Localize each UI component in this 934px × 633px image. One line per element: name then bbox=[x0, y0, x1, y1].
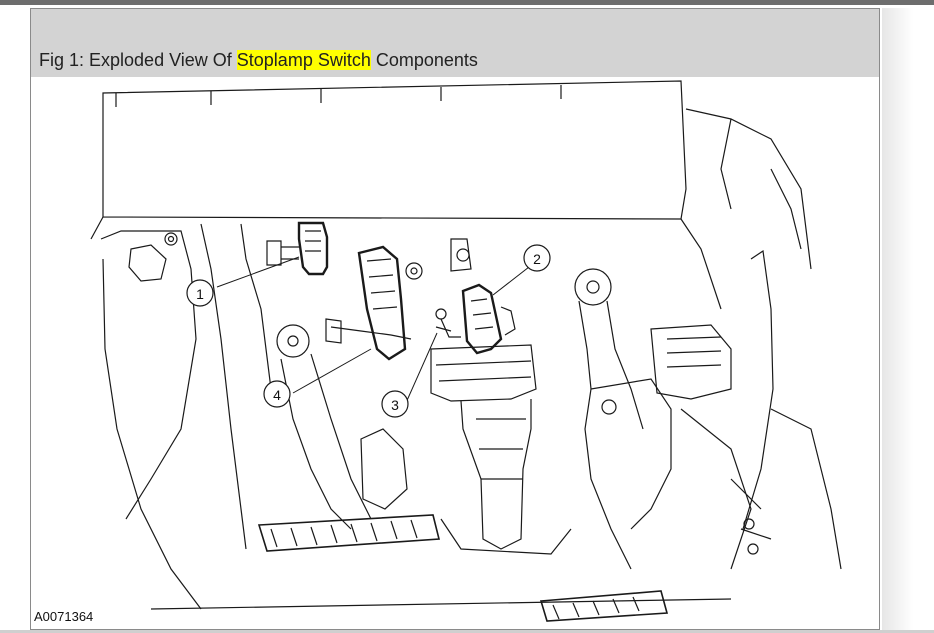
dashboard-panel bbox=[90, 80, 812, 310]
exploded-view-drawing: 1 2 3 4 bbox=[90, 80, 842, 622]
center-pedal-assembly bbox=[405, 238, 572, 555]
top-rule bbox=[0, 0, 934, 5]
page-shadow bbox=[882, 8, 934, 630]
right-pedal-box bbox=[539, 249, 774, 622]
retaining-pin bbox=[435, 308, 461, 338]
callout-4-label: 4 bbox=[273, 387, 281, 403]
floor-lines bbox=[102, 258, 842, 610]
left-bracket bbox=[100, 223, 272, 550]
callout-1: 1 bbox=[186, 279, 214, 307]
left-pedal bbox=[257, 324, 441, 552]
callout-3: 3 bbox=[381, 390, 409, 418]
figure-panel: Fig 1: Exploded View Of Stoplamp Switch … bbox=[30, 8, 880, 630]
callout-2-label: 2 bbox=[533, 251, 541, 267]
callout-2: 2 bbox=[523, 244, 551, 272]
callout-4: 4 bbox=[263, 380, 291, 408]
stoplamp-switch bbox=[266, 221, 329, 276]
figure-id: A0071364 bbox=[34, 609, 94, 624]
callout-1-label: 1 bbox=[196, 286, 204, 302]
callout-3-label: 3 bbox=[391, 397, 399, 413]
mounting-bracket bbox=[325, 245, 412, 361]
pedal-position-switch bbox=[461, 283, 516, 355]
